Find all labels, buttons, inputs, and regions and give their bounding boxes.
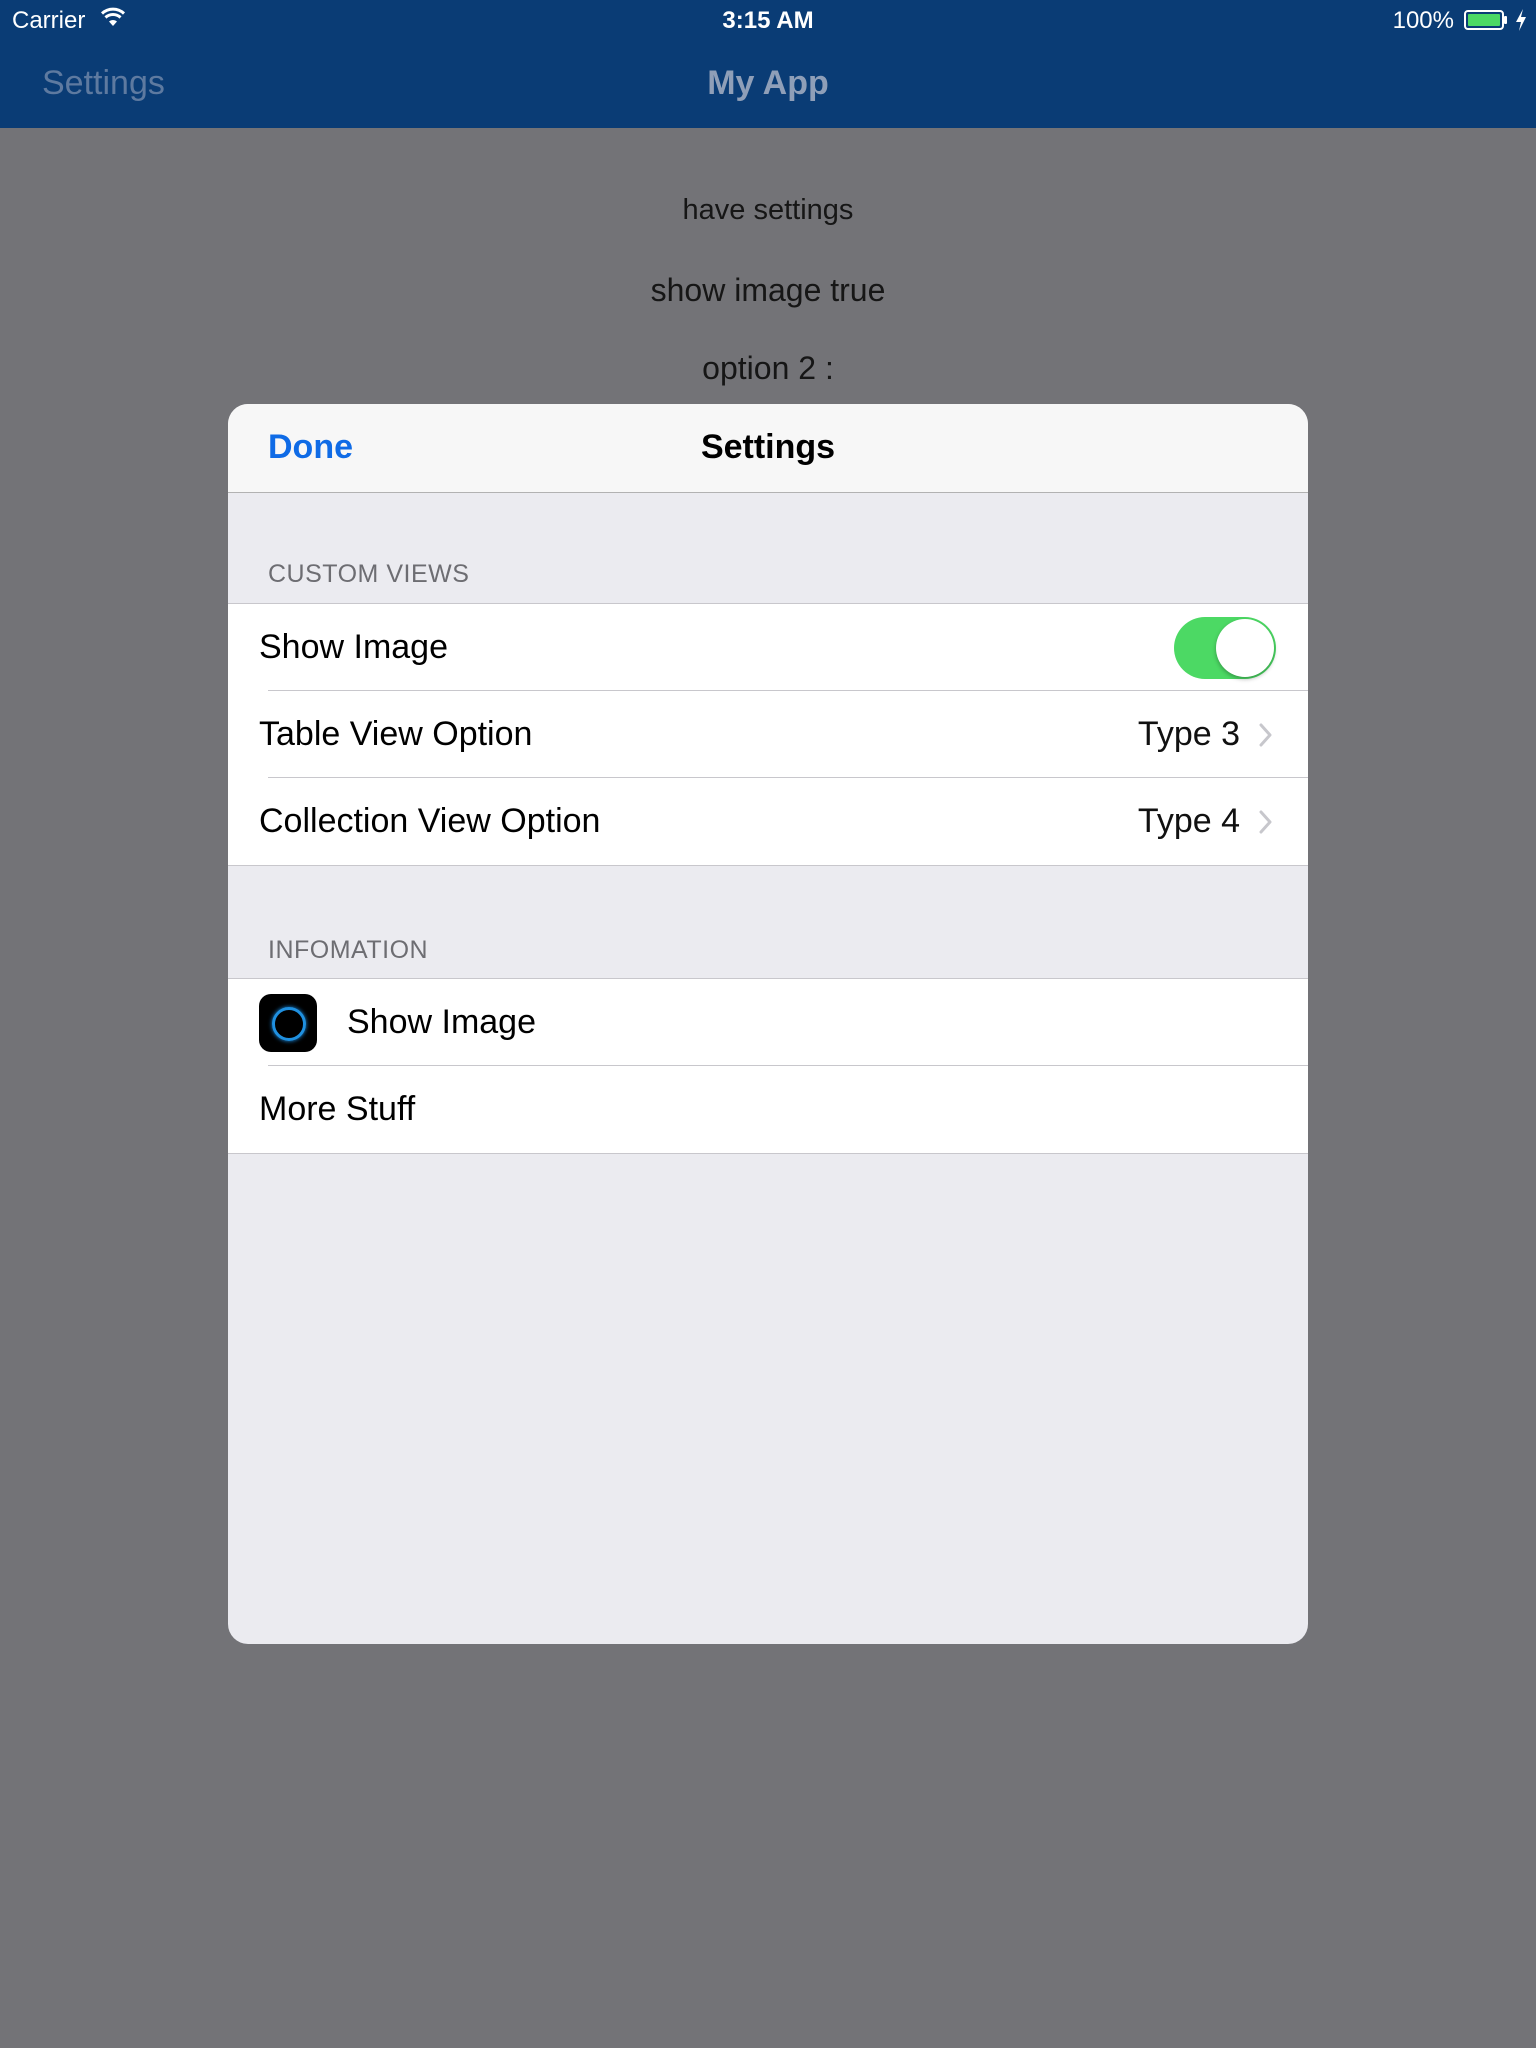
row-detail: Type 3	[1137, 715, 1240, 753]
section-header-infomation: INFOMATION	[268, 936, 429, 964]
toggle-knob	[1216, 618, 1274, 677]
row-label: Collection View Option	[259, 802, 601, 840]
show-image-toggle[interactable]	[1174, 616, 1276, 679]
row-label: Table View Option	[259, 715, 533, 753]
collection-view-option-row[interactable]: Collection View Option Type 4	[228, 777, 1308, 865]
modal-header: Done Settings	[228, 404, 1308, 493]
section-header-custom-views: CUSTOM VIEWS	[268, 560, 470, 588]
app-icon	[259, 993, 317, 1052]
row-detail: Type 4	[1137, 802, 1240, 840]
more-stuff-row[interactable]: More Stuff	[228, 1065, 1308, 1153]
table-view-option-row[interactable]: Table View Option Type 3	[228, 690, 1308, 778]
settings-modal: Done Settings CUSTOM VIEWS Show Image Ta…	[228, 404, 1308, 1644]
row-label: More Stuff	[259, 1090, 416, 1128]
background-line-3: option 2 :	[702, 350, 834, 386]
bolt-icon	[1516, 9, 1526, 31]
clock: 3:15 AM	[722, 7, 814, 34]
chevron-right-icon	[1259, 723, 1272, 746]
row-label: Show Image	[259, 628, 448, 666]
battery-full-icon	[1464, 10, 1507, 30]
custom-views-group: Show Image Table View Option Type 3 Coll…	[228, 603, 1308, 866]
show-image-info-row[interactable]: Show Image	[228, 979, 1308, 1066]
navigation-bar: Settings My App	[0, 40, 1536, 128]
battery-percent: 100%	[1392, 7, 1454, 34]
ring-icon	[272, 1006, 306, 1041]
nav-title: My App	[707, 64, 829, 102]
row-label: Show Image	[347, 1003, 536, 1041]
modal-title: Settings	[700, 428, 836, 466]
chevron-right-icon	[1259, 810, 1272, 833]
infomation-group: Show Image More Stuff	[228, 978, 1308, 1154]
background-line-2: show image true	[650, 272, 886, 308]
show-image-toggle-row: Show Image	[228, 604, 1308, 691]
status-bar: Carrier 3:15 AM 100%	[0, 0, 1536, 40]
background-line-1: have settings	[682, 194, 854, 226]
